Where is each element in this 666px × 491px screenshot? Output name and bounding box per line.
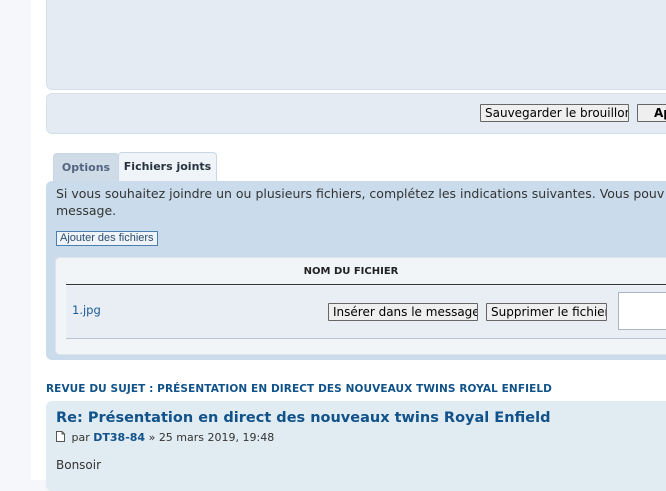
review-post: Re: Présentation en direct des nouveaux … — [46, 401, 666, 491]
file-row: 1.jpg Insérer dans le message Supprimer … — [66, 286, 666, 339]
file-name-link[interactable]: 1.jpg — [72, 303, 101, 317]
post-date: 25 mars 2019, 19:48 — [158, 431, 275, 444]
file-comment-field[interactable] — [618, 292, 666, 330]
message-editor-panel — [46, 0, 666, 90]
topic-review-heading: REVUE DU SUJET : PRÉSENTATION EN DIRECT … — [46, 383, 552, 395]
post-meta: par DT38-84 » 25 mars 2019, 19:48 — [56, 431, 274, 444]
add-files-button[interactable]: Ajouter des fichiers — [56, 231, 158, 246]
submit-buttons-panel: Sauvegarder le brouillon Ape — [46, 93, 666, 134]
tab-options[interactable]: Options — [53, 153, 119, 181]
attachments-panel: Si vous souhaitez joindre un ou plusieur… — [46, 181, 666, 360]
post-by-label: par — [71, 431, 90, 444]
tab-attachments[interactable]: Fichiers joints — [118, 152, 217, 182]
post-body: Bonsoir — [56, 458, 102, 472]
save-draft-button[interactable]: Sauvegarder le brouillon — [480, 104, 629, 122]
delete-file-button[interactable]: Supprimer le fichier — [486, 303, 607, 321]
insert-in-message-button[interactable]: Insérer dans le message — [328, 303, 478, 321]
post-author-link[interactable]: DT38-84 — [93, 431, 145, 444]
posting-area: Sauvegarder le brouillon Ape Options Fic… — [31, 0, 666, 491]
post-file-icon[interactable] — [56, 431, 65, 442]
instructions-line-1: Si vous souhaitez joindre un ou plusieur… — [56, 186, 665, 201]
left-margin — [0, 0, 32, 480]
post-title-link[interactable]: Re: Présentation en direct des nouveaux … — [56, 410, 550, 426]
preview-button[interactable]: Ape — [637, 104, 666, 122]
attachments-table: NOM DU FICHIER 1.jpg Insérer dans le mes… — [55, 257, 666, 355]
post-date-separator: » — [148, 431, 156, 444]
header-divider — [66, 284, 666, 285]
attachments-instructions: Si vous souhaitez joindre un ou plusieur… — [56, 186, 666, 219]
instructions-line-2: message. — [56, 202, 117, 218]
filename-column-header: NOM DU FICHIER — [303, 266, 399, 277]
